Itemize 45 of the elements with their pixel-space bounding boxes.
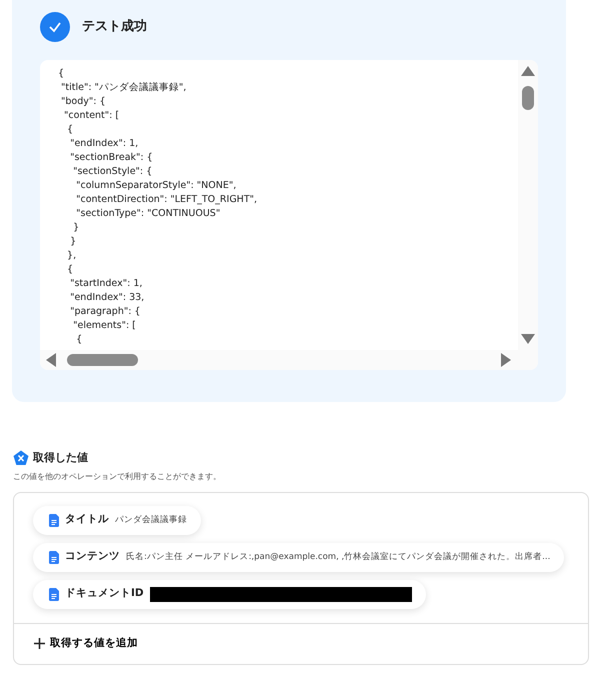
code-line: }	[69, 235, 76, 249]
code-line: "endIndex": 1,	[69, 137, 138, 151]
code-line: {	[75, 333, 82, 347]
code-line: "contentDirection": "LEFT_TO_RIGHT",	[75, 193, 258, 207]
scroll-thumb[interactable]	[67, 354, 138, 366]
section-heading: 取得した値	[33, 450, 88, 466]
code-line: {	[66, 263, 74, 277]
section-description: この値を他のオペレーションで利用することができます。	[13, 470, 222, 482]
code-line: "columnSeparatorStyle": "NONE",	[75, 179, 236, 193]
scroll-left-icon[interactable]	[46, 353, 56, 367]
scroll-thumb[interactable]	[522, 86, 534, 110]
document-icon	[49, 514, 59, 526]
scroll-up-icon[interactable]	[521, 66, 535, 76]
code-line: {	[58, 67, 64, 81]
code-line: "sectionBreak": {	[69, 151, 153, 165]
value-label: コンテンツ	[65, 549, 120, 564]
status-title: テスト成功	[82, 18, 147, 36]
code-line: "sectionStyle": {	[72, 165, 152, 179]
plus-icon	[34, 638, 45, 649]
value-chip[interactable]: ドキュメントID	[33, 580, 426, 608]
add-value-button[interactable]: 取得する値を追加	[34, 636, 138, 652]
value-label: タイトル	[65, 512, 109, 528]
scroll-right-icon[interactable]	[501, 353, 511, 367]
document-icon	[49, 588, 59, 600]
code-line: "paragraph": {	[69, 305, 140, 319]
value-chip[interactable]: タイトル パンダ会議議事録	[33, 506, 201, 534]
code-line: {	[66, 123, 74, 137]
code-line: "title": "パンダ会議議事録",	[60, 81, 186, 95]
value-label: ドキュメントID	[65, 586, 144, 602]
code-line: "startIndex": 1,	[69, 277, 142, 291]
code-line: },	[66, 249, 76, 263]
code-line: "elements": [	[72, 319, 136, 333]
vertical-scrollbar[interactable]	[518, 60, 538, 350]
value-text: パンダ会議議事録	[115, 514, 187, 526]
code-line: }	[72, 221, 80, 235]
value-chip[interactable]: コンテンツ 氏名:パン主任 メールアドレス:,pan@example.com, ,竹林会議室にてパンダ会議が開催された。出席者...	[33, 542, 564, 572]
code-line: "endIndex": 33,	[69, 291, 144, 305]
scroll-down-icon[interactable]	[521, 334, 535, 344]
document-icon	[49, 550, 59, 564]
variable-icon	[13, 450, 29, 466]
code-line: "body": {	[60, 95, 106, 109]
code-line: "content": [	[63, 109, 120, 123]
horizontal-scrollbar[interactable]	[40, 350, 538, 370]
code-line: "sectionType": "CONTINUOUS"	[75, 207, 220, 221]
value-text: 氏名:パン主任 メールアドレス:,pan@example.com, ,竹林会議室にてパンダ会議が開催された。出席者...	[126, 550, 550, 564]
